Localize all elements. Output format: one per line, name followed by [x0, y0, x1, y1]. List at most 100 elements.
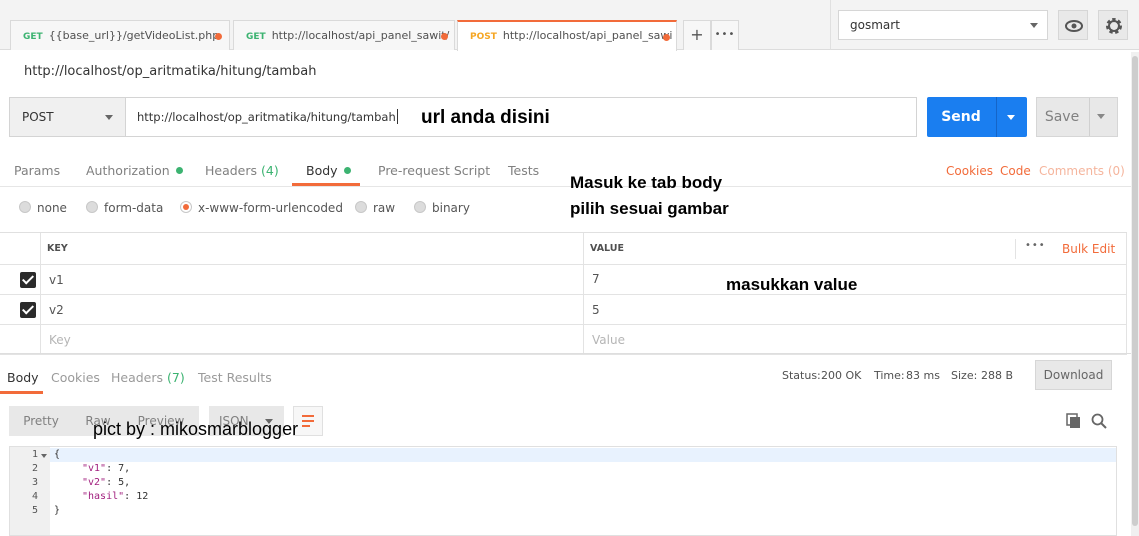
- tab-method: POST: [470, 32, 497, 42]
- json-key: "v2": [82, 477, 107, 488]
- save-button[interactable]: Save: [1036, 97, 1118, 137]
- chevron-down-icon: [1030, 23, 1038, 28]
- row-value[interactable]: 5: [592, 303, 600, 317]
- more-options-button[interactable]: •••: [1025, 240, 1046, 251]
- request-tab-3[interactable]: POST http://localhost/api_panel_sawi: [457, 20, 677, 51]
- unsaved-dot-icon: [215, 33, 222, 40]
- code-line: }: [54, 505, 61, 516]
- response-body-viewer[interactable]: 1 2 3 4 5 { "v1": 7, "v2": 5, "hasil": 1…: [9, 446, 1117, 536]
- annotation-credit: pict by : mikosmarblogger: [93, 419, 299, 439]
- radio-none[interactable]: [19, 201, 31, 213]
- row-checkbox[interactable]: [20, 272, 36, 288]
- json-value: : 12: [124, 491, 149, 502]
- fold-icon[interactable]: [41, 454, 47, 458]
- headers-count: (4): [261, 163, 279, 178]
- search-button[interactable]: [1091, 413, 1107, 433]
- code-line: "v2": 5,: [82, 477, 130, 488]
- chevron-down-icon[interactable]: [1097, 114, 1105, 119]
- cookies-link[interactable]: Cookies: [946, 164, 993, 178]
- radio-urlencoded-label: x-www-form-urlencoded: [198, 201, 343, 215]
- json-key: "hasil": [82, 491, 125, 502]
- comments-link[interactable]: Comments (0): [1039, 164, 1125, 178]
- table-row: v1 7: [0, 265, 1127, 295]
- row-value[interactable]: 7: [592, 272, 600, 286]
- send-label: Send: [941, 109, 981, 125]
- radio-raw[interactable]: [355, 201, 367, 213]
- code-link[interactable]: Code: [1000, 164, 1031, 178]
- line-number: 5: [31, 505, 38, 516]
- method-select[interactable]: POST: [9, 97, 126, 137]
- row-key[interactable]: v2: [49, 303, 64, 317]
- chevron-down-icon[interactable]: [1007, 115, 1015, 120]
- radio-x-www-form-urlencoded[interactable]: [180, 201, 192, 213]
- tab-method: GET: [246, 32, 266, 42]
- tab-params[interactable]: Params: [14, 163, 60, 178]
- tab-pre-request-script[interactable]: Pre-request Script: [378, 163, 490, 178]
- tab-label: http://localhost/api_panel_sawit/: [271, 29, 450, 42]
- request-tab-2[interactable]: GET http://localhost/api_panel_sawit/: [233, 20, 455, 50]
- annotation-value: masukkan value: [726, 275, 858, 294]
- bulk-edit-link[interactable]: Bulk Edit: [1062, 242, 1115, 256]
- scrollbar-thumb[interactable]: [1132, 56, 1138, 526]
- copy-icon: [1066, 413, 1080, 428]
- add-tab-button[interactable]: +: [683, 20, 711, 50]
- eye-icon: [1065, 20, 1083, 32]
- url-value: http://localhost/op_aritmatika/hitung/ta…: [137, 110, 396, 124]
- tab-authorization[interactable]: Authorization: [86, 163, 183, 178]
- table-row-new: Key Value: [0, 325, 1127, 355]
- download-button[interactable]: Download: [1035, 360, 1112, 390]
- time-label: Time:: [874, 369, 905, 382]
- tab-headers[interactable]: Headers (4): [205, 163, 279, 178]
- tab-tests[interactable]: Tests: [508, 163, 539, 178]
- row-key[interactable]: v1: [49, 273, 64, 287]
- search-icon: [1091, 413, 1107, 429]
- new-key-input[interactable]: Key: [49, 333, 71, 347]
- code-line: "v1": 7,: [82, 463, 130, 474]
- table-header: KEY VALUE ••• Bulk Edit: [0, 233, 1127, 265]
- pretty-button[interactable]: Pretty: [9, 406, 73, 436]
- code-line: "hasil": 12: [82, 491, 148, 502]
- value-column-header: VALUE: [590, 243, 624, 254]
- annotation-url: url anda disini: [421, 107, 550, 128]
- request-tab-1[interactable]: GET {{base_url}}/getVideoList.php: [10, 20, 230, 50]
- wrap-icon-line: [302, 425, 310, 427]
- tab-body-label: Body: [306, 163, 338, 178]
- key-column-header: KEY: [47, 243, 68, 254]
- tab-label: http://localhost/api_panel_sawi: [502, 29, 673, 42]
- line-number: 2: [31, 463, 38, 474]
- more-tabs-button[interactable]: •••: [711, 20, 739, 50]
- gear-icon: [1106, 18, 1122, 34]
- copy-button[interactable]: [1066, 413, 1082, 433]
- response-tab-test-results[interactable]: Test Results: [198, 370, 272, 385]
- row-checkbox[interactable]: [20, 302, 36, 318]
- radio-none-label: none: [37, 201, 67, 215]
- status-value: 200 OK: [821, 369, 862, 382]
- wrap-icon: [302, 415, 314, 417]
- settings-button[interactable]: [1098, 10, 1128, 40]
- tab-authorization-label: Authorization: [86, 163, 170, 178]
- json-value: : 7,: [106, 463, 131, 474]
- radio-raw-label: raw: [373, 201, 396, 215]
- response-headers-count: (7): [167, 370, 185, 385]
- chevron-down-icon: [105, 115, 113, 120]
- send-button[interactable]: Send: [927, 97, 1027, 137]
- radio-form-data[interactable]: [86, 201, 98, 213]
- size-label: Size:: [951, 369, 978, 382]
- environment-select[interactable]: gosmart: [838, 10, 1048, 40]
- unsaved-dot-icon: [441, 33, 448, 40]
- environment-quick-look-button[interactable]: [1058, 10, 1088, 40]
- status-dot-icon: [175, 167, 183, 174]
- size-value: 288 B: [981, 369, 1014, 382]
- new-value-input[interactable]: Value: [592, 333, 625, 347]
- params-table: KEY VALUE ••• Bulk Edit v1 7 v2 5 Key Va…: [0, 232, 1127, 355]
- response-tab-body[interactable]: Body: [7, 370, 39, 385]
- response-tab-headers[interactable]: Headers (7): [111, 370, 185, 385]
- line-number: 4: [31, 491, 38, 502]
- response-tab-cookies[interactable]: Cookies: [51, 370, 100, 385]
- tab-body[interactable]: Body: [306, 163, 351, 178]
- radio-form-data-label: form-data: [104, 201, 164, 215]
- text-cursor: [396, 109, 398, 124]
- line-number: 3: [31, 477, 38, 488]
- radio-binary[interactable]: [414, 201, 426, 213]
- response-divider: [0, 353, 1131, 354]
